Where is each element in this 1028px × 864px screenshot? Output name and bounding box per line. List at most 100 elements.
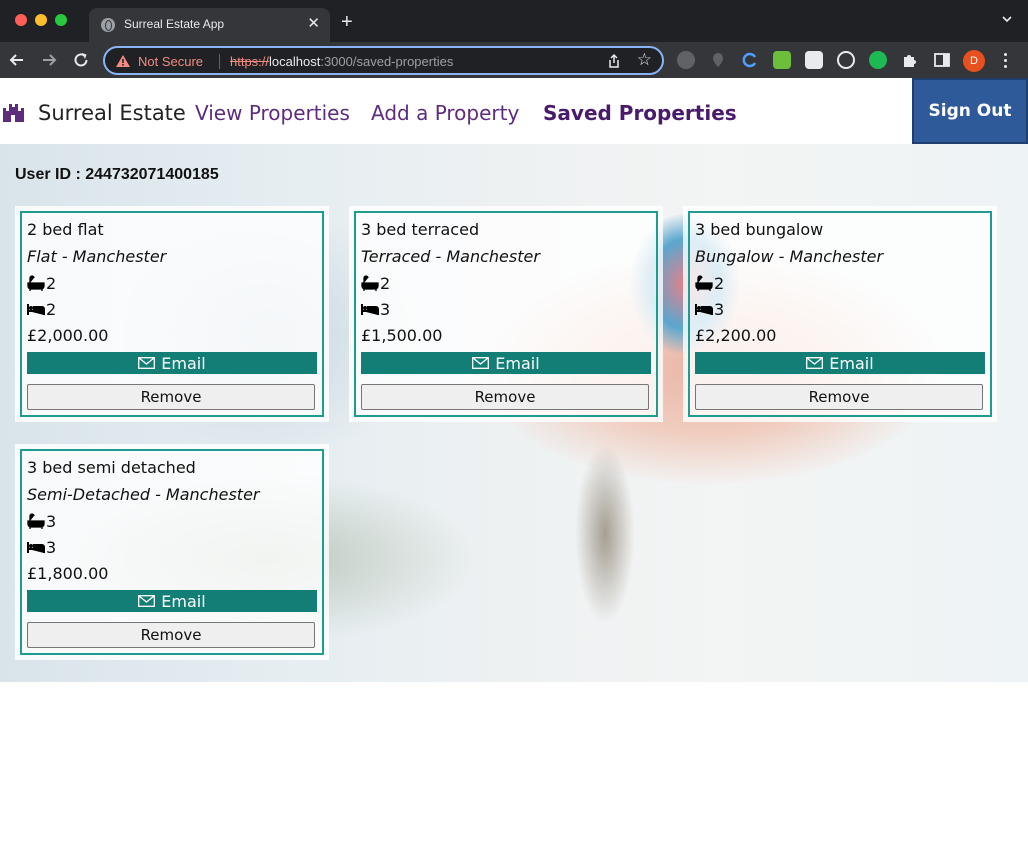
page-viewport: Surreal Estate View Properties Add a Pro… bbox=[0, 78, 1028, 864]
store-extension-icon[interactable] bbox=[773, 51, 791, 69]
bath-icon bbox=[27, 275, 45, 291]
minimize-window-button[interactable] bbox=[35, 14, 47, 26]
remove-button[interactable]: Remove bbox=[361, 384, 649, 410]
bedrooms-row: 3 bbox=[361, 299, 651, 319]
saved-properties-section: User ID : 244732071400185 2 bed flat Fla… bbox=[0, 144, 1028, 682]
remove-button[interactable]: Remove bbox=[27, 622, 315, 648]
bathroom-count: 2 bbox=[714, 273, 725, 293]
bedroom-count: 3 bbox=[380, 299, 391, 319]
omnibox-divider bbox=[219, 54, 220, 69]
bathrooms-row: 2 bbox=[695, 273, 985, 293]
globe-icon bbox=[101, 18, 115, 32]
check-extension-icon[interactable] bbox=[869, 51, 887, 69]
chevron-down-icon[interactable] bbox=[1002, 14, 1012, 24]
bathroom-count: 2 bbox=[46, 273, 57, 293]
address-bar[interactable]: Not Secure https://localhost:3000/saved-… bbox=[103, 46, 664, 75]
property-type-city: Flat - Manchester bbox=[27, 247, 167, 266]
property-card-body: 3 bed bungalow Bungalow - Manchester 2 3… bbox=[688, 211, 992, 417]
property-type-city: Bungalow - Manchester bbox=[695, 247, 884, 266]
puzzle-icon[interactable] bbox=[901, 51, 919, 69]
bookmark-star-icon[interactable]: ☆ bbox=[637, 51, 652, 69]
skype-extension-icon[interactable] bbox=[677, 51, 695, 69]
tab-close-icon[interactable]: ✕ bbox=[307, 15, 320, 33]
location-pin-icon[interactable] bbox=[709, 51, 727, 69]
brand-name[interactable]: Surreal Estate bbox=[38, 101, 186, 125]
property-card-body: 2 bed flat Flat - Manchester 2 2 £2,000.… bbox=[20, 211, 324, 417]
property-type-city: Terraced - Manchester bbox=[361, 247, 540, 266]
bedrooms-row: 3 bbox=[27, 537, 317, 557]
envelope-icon bbox=[138, 357, 156, 369]
bathrooms-row: 3 bbox=[27, 511, 317, 531]
url-text[interactable]: https://localhost:3000/saved-properties bbox=[230, 54, 453, 69]
bedroom-count: 3 bbox=[46, 537, 57, 557]
property-price: £2,200.00 bbox=[695, 326, 777, 345]
bedroom-count: 2 bbox=[46, 299, 57, 319]
envelope-icon bbox=[138, 595, 156, 607]
bedrooms-row: 2 bbox=[27, 299, 317, 319]
property-card-body: 3 bed terraced Terraced - Manchester 2 3… bbox=[354, 211, 658, 417]
bed-icon bbox=[361, 304, 379, 315]
new-tab-button[interactable]: + bbox=[341, 12, 353, 32]
browser-tab[interactable]: Surreal Estate App ✕ bbox=[89, 8, 330, 42]
bed-icon bbox=[695, 304, 713, 315]
profile-avatar[interactable]: D bbox=[963, 50, 985, 72]
bedrooms-row: 3 bbox=[695, 299, 985, 319]
property-price: £2,000.00 bbox=[27, 326, 109, 345]
email-button[interactable]: Email bbox=[27, 590, 317, 612]
nav-saved-properties[interactable]: Saved Properties bbox=[543, 101, 737, 125]
property-card: 3 bed bungalow Bungalow - Manchester 2 3… bbox=[683, 206, 997, 422]
nav-add-property[interactable]: Add a Property bbox=[371, 101, 519, 125]
sign-out-button[interactable]: Sign Out bbox=[912, 78, 1028, 144]
remove-button[interactable]: Remove bbox=[27, 384, 315, 410]
property-card: 2 bed flat Flat - Manchester 2 2 £2,000.… bbox=[15, 206, 329, 422]
forward-arrow-icon[interactable] bbox=[39, 50, 59, 70]
side-panel-icon[interactable] bbox=[933, 51, 951, 69]
zoom-window-button[interactable] bbox=[55, 14, 67, 26]
user-id-label: User ID : 244732071400185 bbox=[15, 166, 219, 183]
share-icon[interactable] bbox=[606, 53, 622, 69]
property-price: £1,500.00 bbox=[361, 326, 443, 345]
property-card: 3 bed semi detached Semi-Detached - Manc… bbox=[15, 444, 329, 660]
browser-menu-icon[interactable] bbox=[1004, 53, 1008, 69]
email-label: Email bbox=[495, 353, 540, 373]
bathroom-count: 3 bbox=[46, 511, 57, 531]
email-button[interactable]: Email bbox=[27, 352, 317, 374]
envelope-icon bbox=[806, 357, 824, 369]
browser-toolbar: Not Secure https://localhost:3000/saved-… bbox=[0, 42, 1028, 78]
nav-view-properties[interactable]: View Properties bbox=[195, 101, 350, 125]
security-status[interactable]: Not Secure bbox=[138, 54, 203, 69]
property-price: £1,800.00 bbox=[27, 564, 109, 583]
bed-icon bbox=[27, 542, 45, 553]
property-title: 3 bed semi detached bbox=[27, 458, 196, 477]
email-label: Email bbox=[161, 353, 206, 373]
reload-icon[interactable] bbox=[71, 50, 91, 70]
background-photo-keys bbox=[575, 444, 635, 624]
back-arrow-icon[interactable] bbox=[7, 50, 27, 70]
bath-icon bbox=[361, 275, 379, 291]
envelope-icon bbox=[472, 357, 490, 369]
bath-icon bbox=[27, 513, 45, 529]
tab-title: Surreal Estate App bbox=[124, 17, 225, 31]
property-title: 2 bed flat bbox=[27, 220, 104, 239]
bed-icon bbox=[27, 304, 45, 315]
image-extension-icon[interactable] bbox=[805, 51, 823, 69]
property-type-city: Semi-Detached - Manchester bbox=[27, 485, 260, 504]
bathrooms-row: 2 bbox=[361, 273, 651, 293]
email-button[interactable]: Email bbox=[695, 352, 985, 374]
remove-button[interactable]: Remove bbox=[695, 384, 983, 410]
close-window-button[interactable] bbox=[15, 14, 27, 26]
property-card-body: 3 bed semi detached Semi-Detached - Manc… bbox=[20, 449, 324, 655]
email-label: Email bbox=[829, 353, 874, 373]
property-card: 3 bed terraced Terraced - Manchester 2 3… bbox=[349, 206, 663, 422]
app-navbar: Surreal Estate View Properties Add a Pro… bbox=[0, 78, 1028, 144]
property-title: 3 bed bungalow bbox=[695, 220, 824, 239]
warning-icon bbox=[116, 55, 130, 67]
email-button[interactable]: Email bbox=[361, 352, 651, 374]
bedroom-count: 3 bbox=[714, 299, 725, 319]
property-title: 3 bed terraced bbox=[361, 220, 480, 239]
bathrooms-row: 2 bbox=[27, 273, 317, 293]
edge-extension-icon[interactable] bbox=[741, 51, 759, 69]
browser-tab-strip: Surreal Estate App ✕ + bbox=[0, 0, 1028, 42]
record-extension-icon[interactable] bbox=[837, 51, 855, 69]
bath-icon bbox=[695, 275, 713, 291]
